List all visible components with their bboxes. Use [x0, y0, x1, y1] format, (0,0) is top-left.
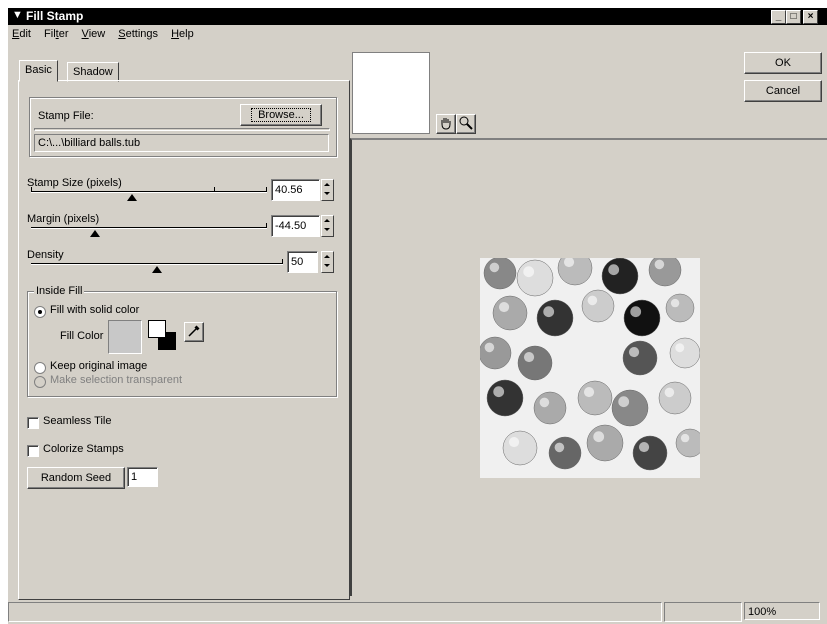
fg-bg-color-icon[interactable]: [148, 320, 178, 352]
stamp-file-path: C:\...\billiard balls.tub: [34, 134, 329, 152]
magnifier-icon[interactable]: [456, 114, 476, 134]
menu-filter[interactable]: Filter: [44, 28, 68, 40]
basic-tab-panel: Stamp File: Browse... C:\...\billiard ba…: [18, 80, 350, 600]
menu-view[interactable]: View: [82, 28, 106, 40]
maximize-button[interactable]: □: [786, 10, 801, 24]
stamp-size-field[interactable]: 40.56: [271, 179, 320, 201]
tab-basic[interactable]: Basic: [19, 60, 58, 82]
density-thumb[interactable]: [152, 266, 162, 273]
make-transparent-label: Make selection transparent: [50, 374, 183, 386]
original-thumbnail[interactable]: [352, 52, 430, 134]
tab-shadow[interactable]: Shadow: [67, 62, 119, 82]
preview-pane[interactable]: [350, 138, 827, 596]
random-seed-button[interactable]: Random Seed: [27, 467, 125, 489]
margin-label: Margin (pixels): [27, 213, 100, 225]
seamless-tile-label: Seamless Tile: [43, 415, 112, 427]
margin-thumb[interactable]: [89, 230, 100, 237]
stamp-file-group: Stamp File: Browse... C:\...\billiard ba…: [29, 97, 337, 157]
inside-fill-group: Inside Fill Fill with solid color Fill C…: [27, 285, 337, 397]
menu-settings[interactable]: Settings: [118, 28, 158, 40]
density-label: Density: [27, 249, 64, 261]
ok-button[interactable]: OK: [744, 52, 822, 74]
stamp-size-label: Stamp Size (pixels): [27, 177, 122, 189]
cancel-button[interactable]: Cancel: [744, 80, 822, 102]
fill-solid-label: Fill with solid color: [50, 304, 140, 316]
status-text: [8, 602, 662, 622]
density-slider[interactable]: [31, 263, 283, 265]
stamp-size-slider[interactable]: [31, 191, 267, 193]
menu-help[interactable]: Help: [171, 28, 194, 40]
margin-field[interactable]: -44.50: [271, 215, 320, 237]
system-menu-icon[interactable]: ▼: [12, 9, 23, 21]
inside-fill-title: Inside Fill: [34, 285, 85, 297]
hand-pan-icon[interactable]: [436, 114, 456, 134]
zoom-level: 100%: [744, 602, 820, 620]
keep-original-label: Keep original image: [50, 360, 148, 372]
density-spinner[interactable]: [321, 251, 334, 273]
colorize-stamps-checkbox[interactable]: [27, 445, 39, 457]
window-title: Fill Stamp: [26, 9, 84, 23]
preview-image: [480, 258, 700, 478]
browse-button[interactable]: Browse...: [240, 104, 322, 126]
seamless-tile-checkbox[interactable]: [27, 417, 39, 429]
make-transparent-radio[interactable]: [34, 376, 46, 388]
stamp-file-label: Stamp File:: [38, 110, 94, 122]
fill-stamp-window: ▼ Fill Stamp _ □ × Edit Filter View Sett…: [8, 8, 827, 624]
margin-spinner[interactable]: [321, 215, 334, 237]
random-seed-field[interactable]: 1: [127, 467, 158, 487]
fill-color-label: Fill Color: [60, 330, 104, 342]
title-bar: ▼ Fill Stamp _ □ ×: [8, 8, 827, 25]
minimize-button[interactable]: _: [771, 10, 786, 24]
status-info: [664, 602, 742, 622]
fill-solid-radio[interactable]: [34, 306, 46, 318]
density-field[interactable]: 50: [287, 251, 318, 273]
eyedropper-icon[interactable]: [184, 322, 204, 342]
menu-edit[interactable]: Edit: [12, 28, 31, 40]
colorize-stamps-label: Colorize Stamps: [43, 443, 124, 455]
fill-color-swatch[interactable]: [108, 320, 142, 354]
menu-bar: Edit Filter View Settings Help: [8, 28, 200, 44]
margin-slider[interactable]: [31, 227, 267, 229]
keep-original-radio[interactable]: [34, 362, 46, 374]
stamp-size-spinner[interactable]: [321, 179, 334, 201]
stamp-size-thumb[interactable]: [127, 194, 138, 201]
close-button[interactable]: ×: [803, 10, 818, 24]
